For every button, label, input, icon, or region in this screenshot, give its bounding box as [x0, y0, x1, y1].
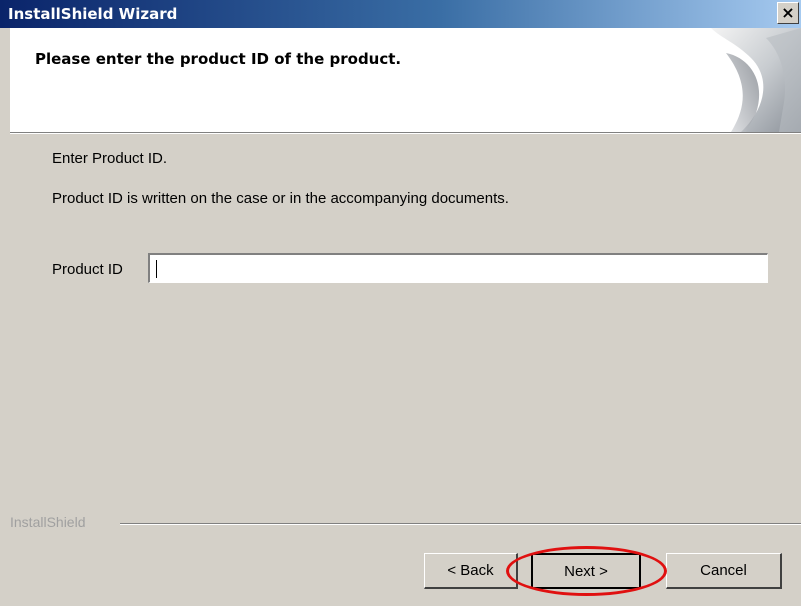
text-caret [156, 260, 157, 278]
product-id-input[interactable] [148, 253, 768, 283]
next-button-label: Next > [564, 562, 608, 580]
close-button[interactable]: × [777, 2, 799, 24]
back-button[interactable]: < Back [424, 553, 518, 589]
header-title: Please enter the product ID of the produ… [35, 50, 402, 68]
wizard-header: Please enter the product ID of the produ… [10, 28, 801, 132]
cancel-button[interactable]: Cancel [666, 553, 782, 589]
close-icon: × [781, 3, 795, 22]
instruction-text: Enter Product ID. [52, 150, 168, 167]
window-title: InstallShield Wizard [8, 5, 178, 23]
installshield-wizard-window: InstallShield Wizard × Please enter the … [0, 0, 801, 606]
product-id-label: Product ID [52, 261, 123, 278]
next-button[interactable]: Next > [531, 553, 641, 589]
description-text: Product ID is written on the case or in … [52, 190, 509, 207]
header-separator [10, 132, 801, 134]
installshield-logo-graphic [711, 28, 801, 132]
left-border [0, 28, 10, 606]
back-button-label: < Back [447, 562, 494, 579]
installshield-brand: InstallShield [10, 514, 90, 530]
title-bar: InstallShield Wizard × [0, 0, 801, 28]
brand-separator [120, 523, 801, 525]
cancel-button-label: Cancel [700, 562, 747, 579]
